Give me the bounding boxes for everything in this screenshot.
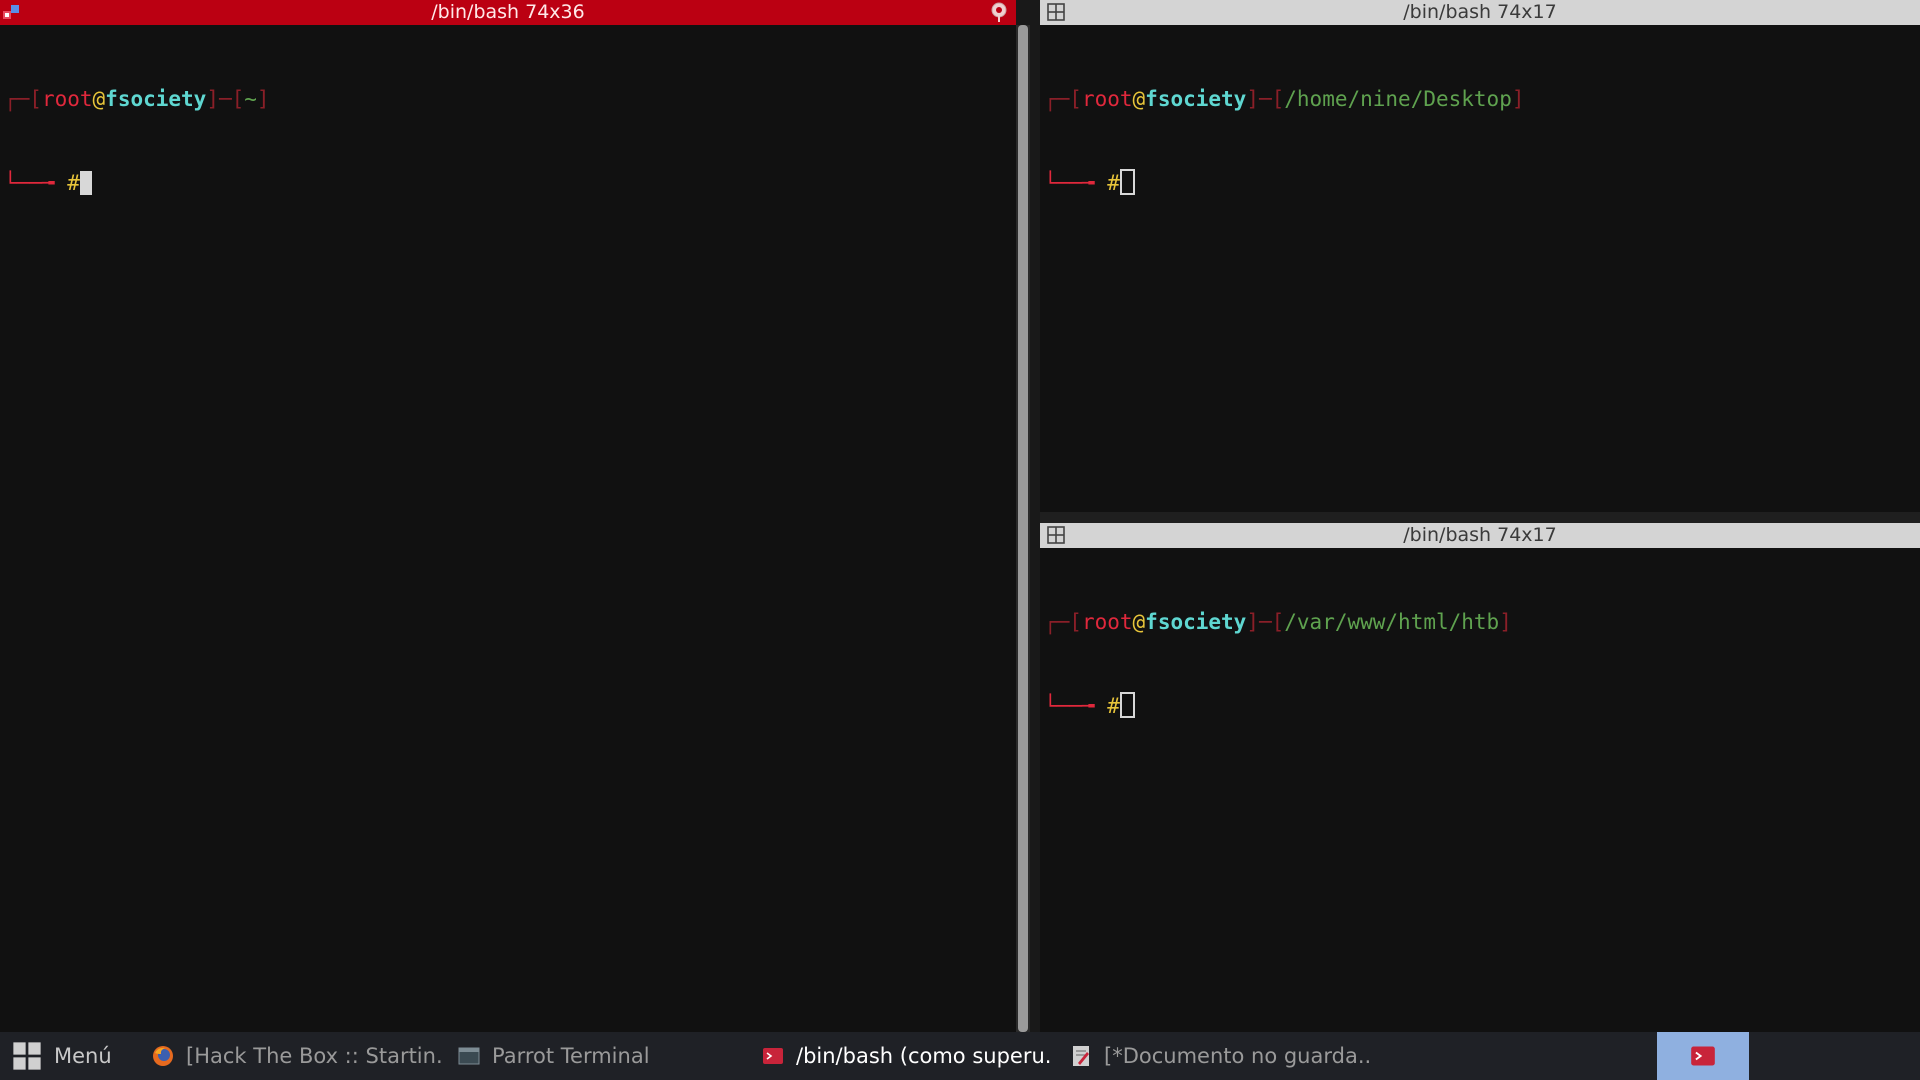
prompt-user: root [41,87,93,111]
prompt-symbol: # [1107,171,1120,195]
terminal-icon [458,1047,480,1065]
firefox-icon [153,1046,173,1066]
broadcast-icon[interactable] [988,1,1010,23]
prompt-path: ~ [244,87,257,111]
terminator-icon[interactable] [2,2,22,22]
terminal-cursor [1119,692,1135,718]
text-editor-icon [1073,1046,1089,1066]
pane-title-top-right: /bin/bash 74x17 [1403,1,1557,23]
terminal-output-left[interactable]: ┌─[root@fsociety]─[~] └──╼ # [0,25,1016,253]
terminal-pane-bottom-right[interactable]: /bin/bash 74x17 ┌─[root@fsociety]─[/var/… [1040,523,1920,1032]
taskbar-item-firefox[interactable]: [Hack The Box :: Startin... [152,1032,442,1080]
terminal-root-icon [1691,1046,1715,1066]
terminal-cursor [1119,169,1135,195]
prompt-symbol: # [1107,694,1120,718]
taskbar: Menú [Hack The Box :: Startin... Parrot … [0,1032,1920,1080]
pane-titlebar-left[interactable]: /bin/bash 74x36 [0,0,1016,25]
taskbar-item-label: /bin/bash (como superu... [796,1044,1052,1068]
taskbar-item-label: [*Documento no guarda... [1104,1044,1370,1068]
terminal-output-bottom-right[interactable]: ┌─[root@fsociety]─[/var/www/html/htb] └─… [1040,548,1920,776]
pane-titlebar-bottom-right[interactable]: /bin/bash 74x17 [1040,523,1920,548]
pane-titlebar-top-right[interactable]: /bin/bash 74x17 [1040,0,1920,25]
terminal-cursor [79,171,92,195]
taskbar-item-text-editor[interactable]: [*Documento no guarda... [1070,1032,1370,1080]
scrollbar-thumb[interactable] [1018,25,1028,1032]
taskbar-item-label: [Hack The Box :: Startin... [186,1044,442,1068]
taskbar-item-bash-root[interactable]: /bin/bash (como superu... [762,1032,1052,1080]
scrollbar-left[interactable] [1016,25,1030,1032]
prompt-host: fsociety [1145,610,1247,634]
horizontal-pane-divider[interactable] [1040,512,1920,523]
prompt-user: root [1081,610,1133,634]
taskbar-menu-label: Menú [54,1044,112,1068]
taskbar-item-label: Parrot Terminal [492,1044,650,1068]
prompt-symbol: # [67,171,80,195]
terminal-pane-left[interactable]: /bin/bash 74x36 ┌─[root@fsociety]─[~] └─… [0,0,1016,1032]
taskbar-workspace-indicator[interactable] [1657,1032,1749,1080]
desktop-screen: /bin/bash 74x36 ┌─[root@fsociety]─[~] └─… [0,0,1920,1080]
terminal-root-icon [763,1048,783,1064]
taskbar-menu-button[interactable]: Menú [12,1032,132,1080]
split-grid-icon[interactable] [1046,2,1066,22]
terminal-output-top-right[interactable]: ┌─[root@fsociety]─[/home/nine/Desktop] └… [1040,25,1920,253]
prompt-path: /home/nine/Desktop [1284,87,1512,111]
pane-title-bottom-right: /bin/bash 74x17 [1403,524,1557,546]
split-grid-icon[interactable] [1046,525,1066,545]
terminal-pane-top-right[interactable]: /bin/bash 74x17 ┌─[root@fsociety]─[/home… [1040,0,1920,512]
prompt-host: fsociety [1145,87,1247,111]
app-grid-icon [13,1042,41,1070]
prompt-path: /var/www/html/htb [1284,610,1500,634]
pane-title-left: /bin/bash 74x36 [431,1,585,23]
prompt-host: fsociety [105,87,207,111]
prompt-user: root [1081,87,1133,111]
taskbar-item-parrot-terminal[interactable]: Parrot Terminal [458,1032,678,1080]
